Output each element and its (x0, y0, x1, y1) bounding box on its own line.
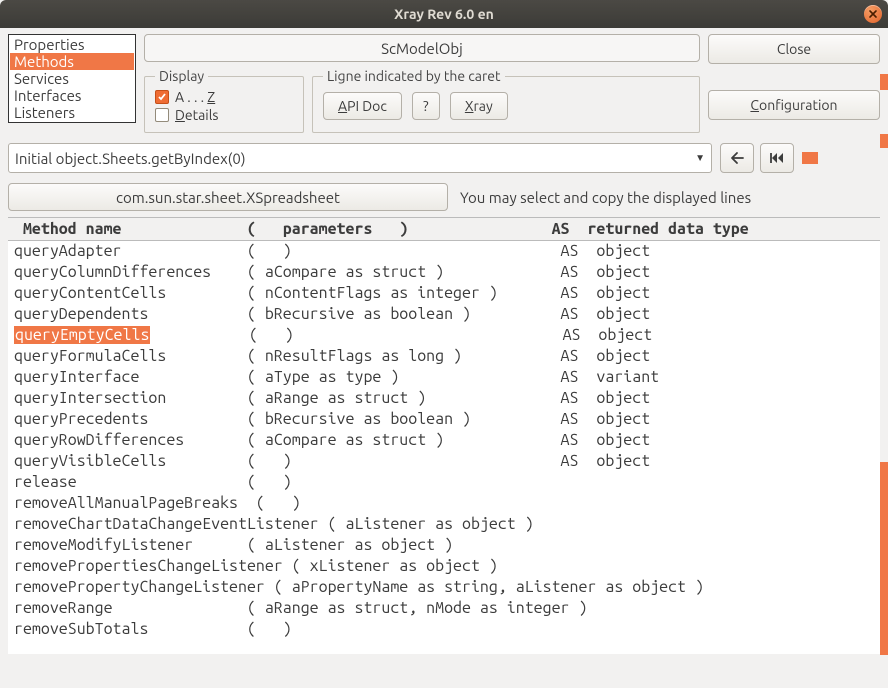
display-group: Display A . . . Z Details (144, 68, 304, 133)
details-checkbox[interactable]: Details (155, 106, 293, 124)
table-row[interactable]: removeAllManualPageBreaks ( ) (8, 493, 880, 514)
caret-group: Ligne indicated by the caret API Doc ? X… (312, 68, 700, 133)
table-row[interactable]: queryPrecedents ( bRecursive as boolean … (8, 409, 880, 430)
progress-strip-icon (880, 74, 888, 90)
interface-name[interactable]: com.sun.star.sheet.XSpreadsheet (8, 183, 448, 211)
table-row[interactable]: removeModifyListener ( aListener as obje… (8, 535, 880, 556)
progress-strip-icon (880, 134, 888, 148)
category-item-listeners[interactable]: Listeners (10, 104, 134, 121)
table-row[interactable]: queryInterface ( aType as type ) AS vari… (8, 367, 880, 388)
table-row[interactable]: queryVisibleCells ( ) AS object (8, 451, 880, 472)
display-legend: Display (155, 68, 208, 84)
table-body[interactable]: queryAdapter ( ) AS objectqueryColumnDif… (8, 241, 880, 654)
rewind-icon (769, 151, 785, 165)
close-icon[interactable] (864, 5, 882, 23)
table-header: Method name ( parameters ) AS returned d… (8, 218, 880, 241)
table-row[interactable]: queryContentCells ( nContentFlags as int… (8, 283, 880, 304)
table-row[interactable]: release ( ) (8, 472, 880, 493)
table-row[interactable]: removeSubTotals ( ) (8, 619, 880, 640)
help-button[interactable]: ? (412, 92, 440, 120)
category-item-services[interactable]: Services (10, 70, 134, 87)
table-row[interactable]: removeChartDataChangeEventListener ( aLi… (8, 514, 880, 535)
category-listbox[interactable]: Properties Methods Services Interfaces L… (8, 34, 136, 123)
table-row[interactable]: queryColumnDifferences ( aCompare as str… (8, 262, 880, 283)
table-row[interactable]: queryDependents ( bRecursive as boolean … (8, 304, 880, 325)
sort-az-checkbox[interactable]: A . . . Z (155, 88, 293, 106)
caret-legend: Ligne indicated by the caret (323, 68, 505, 84)
object-path-combobox[interactable]: Initial object.Sheets.getByIndex(0) ▼ (8, 143, 712, 173)
back-button[interactable] (720, 143, 754, 173)
methods-table: Method name ( parameters ) AS returned d… (8, 217, 880, 655)
category-item-properties[interactable]: Properties (10, 36, 134, 53)
checkbox-icon (155, 108, 169, 122)
table-row[interactable]: queryRowDifferences ( aCompare as struct… (8, 430, 880, 451)
titlebar: Xray Rev 6.0 en (0, 0, 888, 28)
category-item-interfaces[interactable]: Interfaces (10, 87, 134, 104)
configuration-button[interactable]: Configuration (708, 90, 880, 120)
object-title: ScModelObj (144, 34, 700, 62)
table-row[interactable]: queryAdapter ( ) AS object (8, 241, 880, 262)
checkbox-icon (155, 90, 169, 104)
apidoc-button[interactable]: API Doc (323, 92, 402, 120)
table-row[interactable]: removePropertyChangeListener ( aProperty… (8, 577, 880, 598)
object-path-value: Initial object.Sheets.getByIndex(0) (15, 150, 246, 167)
table-row[interactable]: queryIntersection ( aRange as struct ) A… (8, 388, 880, 409)
window-title: Xray Rev 6.0 en (394, 6, 494, 22)
category-item-methods[interactable]: Methods (10, 53, 134, 70)
rewind-button[interactable] (760, 143, 794, 173)
table-row[interactable]: queryEmptyCells ( ) AS object (8, 325, 880, 346)
table-row[interactable]: queryFormulaCells ( nResultFlags as long… (8, 346, 880, 367)
close-button[interactable]: Close (708, 34, 880, 64)
chevron-down-icon: ▼ (695, 152, 705, 164)
table-row[interactable]: removePropertiesChangeListener ( xListen… (8, 556, 880, 577)
scrollbar[interactable] (880, 462, 888, 655)
progress-indicator (802, 148, 880, 168)
hint-text: You may select and copy the displayed li… (460, 189, 751, 206)
arrow-left-icon (729, 151, 745, 165)
table-row[interactable]: removeRange ( aRange as struct, nMode as… (8, 598, 880, 619)
xray-button[interactable]: Xray (450, 92, 508, 120)
